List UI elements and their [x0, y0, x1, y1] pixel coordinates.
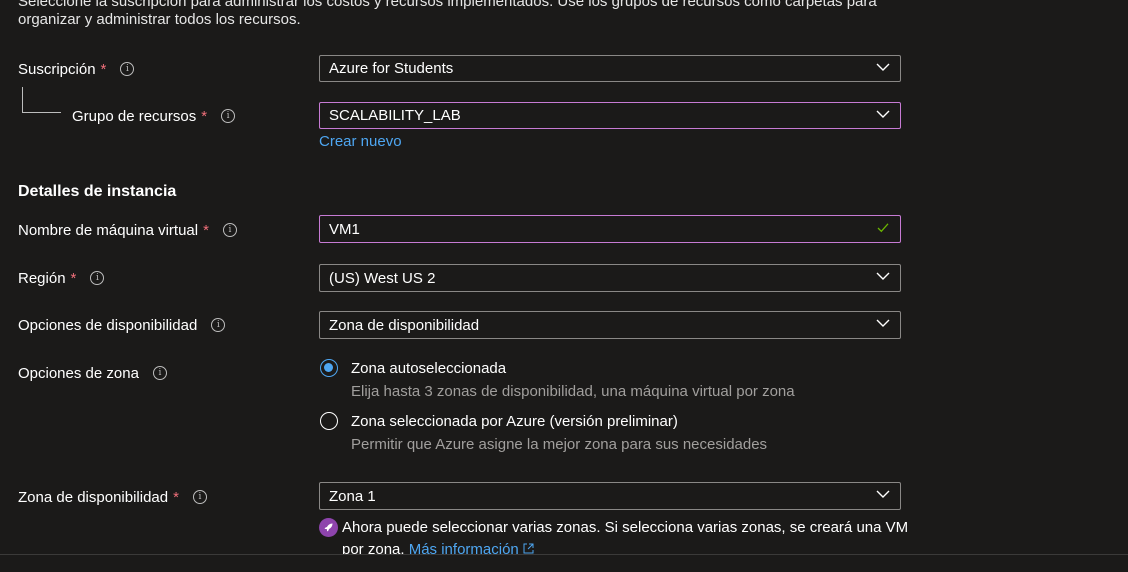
required-asterisk: * — [201, 107, 208, 125]
subscription-label-text: Suscripción — [18, 60, 96, 78]
required-asterisk: * — [100, 60, 107, 78]
external-link-icon — [523, 543, 534, 554]
info-icon[interactable]: i — [90, 271, 105, 285]
intro-text: organizar y administrar todos los recurs… — [18, 11, 301, 28]
availability-options-value: Zona de disponibilidad — [329, 316, 480, 334]
footer-bar — [0, 555, 1128, 572]
region-dropdown[interactable]: (US) West US 2 — [319, 264, 901, 292]
subscription-dropdown[interactable]: Azure for Students — [319, 55, 901, 82]
section-title-instance-details: Detalles de instancia — [18, 183, 177, 200]
region-value: (US) West US 2 — [329, 269, 436, 287]
region-label-text: Región — [18, 269, 66, 287]
vm-name-value: VM1 — [329, 220, 360, 238]
chevron-down-icon — [876, 490, 890, 498]
notice-line-1: Ahora puede seleccionar varias zonas. Si… — [342, 519, 909, 536]
checkmark-icon — [877, 223, 889, 233]
subscription-label: Suscripción * i — [18, 59, 135, 79]
zone-options-label: Opciones de zona i — [18, 363, 167, 383]
radio-azure-zone[interactable] — [320, 412, 338, 430]
vm-name-label: Nombre de máquina virtual * i — [18, 220, 237, 240]
info-icon[interactable]: i — [211, 318, 226, 332]
info-icon[interactable]: i — [192, 490, 207, 504]
availability-options-label: Opciones de disponibilidad i — [18, 315, 226, 335]
zone-options-label-text: Opciones de zona — [18, 364, 139, 382]
rocket-icon — [319, 518, 338, 537]
info-icon[interactable]: i — [222, 223, 237, 237]
subscription-value: Azure for Students — [329, 60, 454, 77]
resource-group-dropdown[interactable]: SCALABILITY_LAB — [319, 102, 901, 129]
chevron-down-icon — [876, 110, 890, 118]
tree-connector-horizontal — [22, 112, 61, 113]
radio-azure-zone-description: Permitir que Azure asigne la mejor zona … — [351, 436, 768, 453]
resource-group-label-text: Grupo de recursos — [72, 107, 197, 125]
availability-zone-label-text: Zona de disponibilidad — [18, 488, 169, 506]
create-new-link[interactable]: Crear nuevo — [319, 133, 402, 150]
availability-options-dropdown[interactable]: Zona de disponibilidad — [319, 311, 901, 339]
info-icon[interactable]: i — [221, 109, 236, 123]
vm-name-label-text: Nombre de máquina virtual — [18, 221, 199, 239]
availability-options-label-text: Opciones de disponibilidad — [18, 316, 198, 334]
info-icon[interactable]: i — [120, 62, 135, 76]
info-icon[interactable]: i — [152, 366, 167, 380]
tree-connector-vertical — [22, 87, 23, 112]
vm-name-input[interactable]: VM1 — [319, 215, 901, 243]
required-asterisk: * — [70, 269, 77, 287]
chevron-down-icon — [876, 319, 890, 327]
region-label: Región * i — [18, 268, 105, 288]
resource-group-value: SCALABILITY_LAB — [329, 107, 461, 124]
intro-text-cut: Seleccione la suscripción para administr… — [18, 0, 877, 10]
chevron-down-icon — [876, 272, 890, 280]
radio-auto-zone-title: Zona autoseleccionada — [351, 360, 507, 377]
radio-auto-zone-description: Elija hasta 3 zonas de disponibilidad, u… — [351, 383, 795, 400]
required-asterisk: * — [203, 221, 209, 239]
required-asterisk: * — [173, 488, 179, 506]
availability-zone-label: Zona de disponibilidad * i — [18, 487, 207, 507]
radio-azure-zone-title: Zona seleccionada por Azure (versión pre… — [351, 413, 678, 430]
chevron-down-icon — [876, 63, 890, 71]
radio-auto-zone[interactable] — [320, 359, 338, 377]
resource-group-label: Grupo de recursos * i — [72, 106, 236, 126]
availability-zone-value: Zona 1 — [329, 487, 376, 505]
availability-zone-dropdown[interactable]: Zona 1 — [319, 482, 901, 510]
